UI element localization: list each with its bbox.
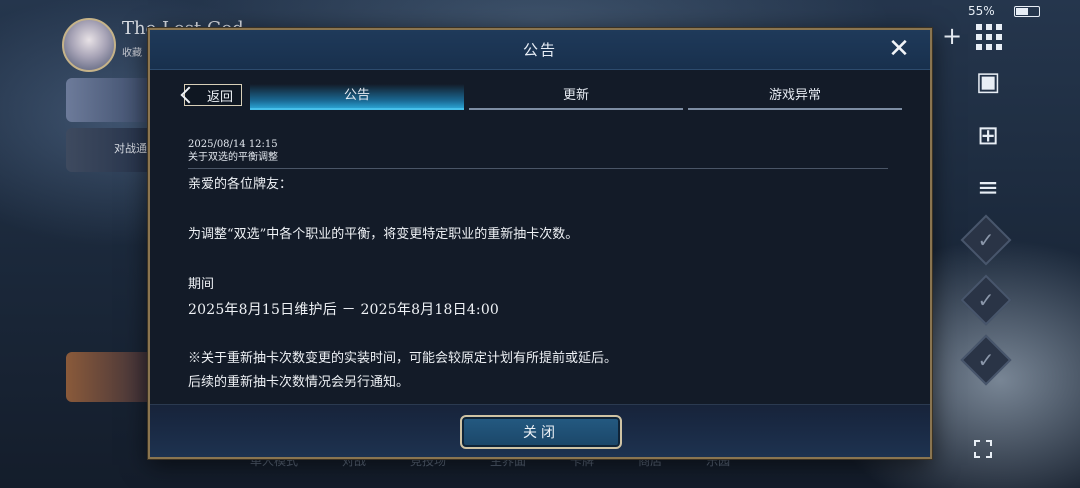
notice-note-2: 后续的重新抽卡次数情况会另行通知。 [188,375,410,390]
battery-percent: 55% [968,4,995,18]
close-icon[interactable]: ✕ [884,34,914,64]
notice-date: 2025/08/14 12:15 [188,139,278,150]
back-chevron-icon [180,86,198,104]
notice-period-label: 期间 [188,277,215,292]
tab-game-issue[interactable]: 游戏异常 [688,84,902,110]
tabs-row: 返回 公告 更新 游戏异常 [180,84,902,110]
notice-note-1: ※关于重新抽卡次数变更的实装时间，可能会较原定计划有所提前或延后。 [188,351,618,366]
scroll-icon[interactable]: ≡ [970,170,1006,206]
notice-greeting: 亲爱的各位牌友： [188,177,293,192]
notice-period-value: 2025年8月15日维护后 － 2025年8月18日4:00 [188,302,500,318]
left-card-hero[interactable] [66,78,154,122]
tab-announcement[interactable]: 公告 [250,84,464,110]
plus-icon[interactable]: + [942,22,962,50]
notice-body: 为调整“双选”中各个职业的平衡，将变更特定职业的重新抽卡次数。 [188,227,579,242]
close-button[interactable]: 关闭 [460,415,622,449]
dialog-header: 公告 ✕ [150,30,930,70]
player-subtitle: 收藏 [122,48,142,59]
dialog-title: 公告 [522,41,557,59]
gallery-icon[interactable]: ▣ [970,64,1006,100]
grid-menu-icon[interactable] [976,24,1002,50]
left-card-battle-label: 对战通 [114,142,147,155]
player-avatar[interactable] [62,18,116,72]
left-card-event[interactable] [66,352,154,402]
announcement-content[interactable]: 2025/08/14 12:15 关于双选的平衡调整 亲爱的各位牌友： 为调整“… [188,138,894,400]
back-button[interactable]: 返回 [180,84,242,106]
gift-icon[interactable]: ⊞ [970,118,1006,154]
tab-update[interactable]: 更新 [469,84,683,110]
announcement-dialog: 公告 ✕ 返回 公告 更新 游戏异常 2025/08/14 12:15 关于双选… [148,28,932,459]
fullscreen-icon[interactable] [974,440,992,458]
battery-icon [1014,6,1040,17]
notice-subject: 关于双选的平衡调整 [188,151,888,169]
back-button-label: 返回 [206,89,233,105]
